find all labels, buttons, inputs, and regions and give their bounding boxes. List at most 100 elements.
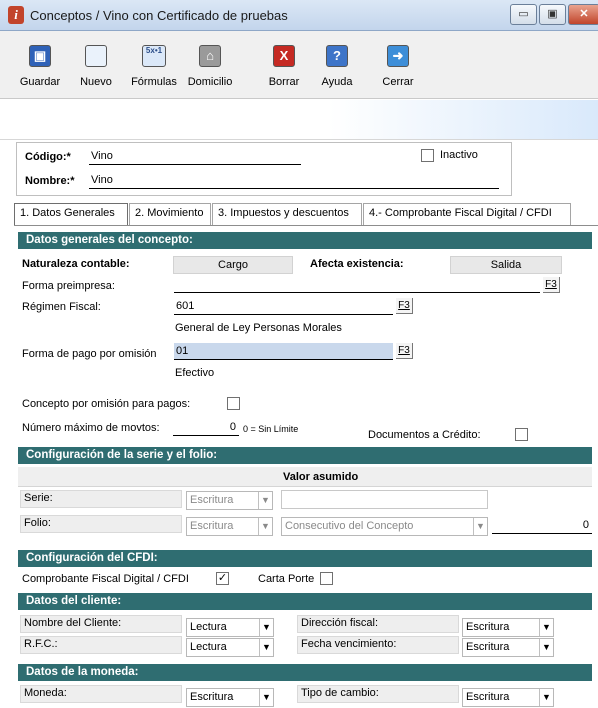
maximize-icon: ▣ xyxy=(547,8,558,20)
cerrar-label: Cerrar xyxy=(382,76,414,88)
codigo-field[interactable]: Vino xyxy=(89,148,301,165)
chevron-down-icon: ▼ xyxy=(259,619,273,636)
forma-pago-field[interactable]: 01 xyxy=(174,343,393,360)
cfdi-checkbox[interactable]: ✓ xyxy=(216,572,229,585)
moneda-select[interactable]: Escritura ▼ xyxy=(186,688,274,707)
nombre-field[interactable]: Vino xyxy=(89,172,499,189)
chevron-down-icon: ▼ xyxy=(473,518,487,535)
header-box: Código:* Vino Inactivo Nombre:* Vino xyxy=(16,142,512,196)
serie-value-field[interactable] xyxy=(281,490,488,509)
minimize-button[interactable]: ▭ xyxy=(510,4,537,25)
concepto-omision-checkbox[interactable] xyxy=(227,397,240,410)
header-band xyxy=(0,100,598,140)
fecha-vencimiento-select[interactable]: Escritura ▼ xyxy=(462,638,554,657)
direccion-fiscal-mode: Escritura xyxy=(466,621,510,633)
afecta-label: Afecta existencia: xyxy=(310,258,404,270)
folio-row-label-cell: Folio: xyxy=(20,515,182,533)
carta-porte-checkbox[interactable] xyxy=(320,572,333,585)
chevron-down-icon: ▼ xyxy=(539,619,553,636)
minimize-icon: ▭ xyxy=(518,8,529,20)
domicilio-label: Domicilio xyxy=(187,76,233,88)
info-icon: i xyxy=(8,6,24,24)
cerrar-button[interactable]: ➜ Cerrar xyxy=(376,31,420,97)
toolbar: ▣ Guardar Nuevo 5x•1 Fórmulas ⌂ Domicilio X Borr… xyxy=(0,31,598,99)
regimen-field[interactable]: 601 xyxy=(174,298,393,315)
folio-mode-select[interactable]: Escritura ▼ xyxy=(186,517,273,536)
rfc-label: R.F.C.: xyxy=(24,638,58,650)
direccion-fiscal-label: Dirección fiscal: xyxy=(301,617,379,629)
rfc-select[interactable]: Lectura ▼ xyxy=(186,638,274,657)
maximize-button[interactable]: ▣ xyxy=(539,4,566,25)
regimen-f3-button[interactable]: F3 xyxy=(396,298,413,314)
general-section-header: Datos generales del concepto: xyxy=(18,232,592,249)
exit-icon: ➜ xyxy=(387,45,409,67)
afecta-button[interactable]: Salida xyxy=(450,256,562,274)
nuevo-label: Nuevo xyxy=(80,76,112,88)
naturaleza-label: Naturaleza contable: xyxy=(22,258,130,270)
nombre-cliente-select[interactable]: Lectura ▼ xyxy=(186,618,274,637)
moneda-cell: Moneda: xyxy=(20,685,182,703)
nombre-value: Vino xyxy=(91,174,113,186)
docs-credito-checkbox[interactable] xyxy=(515,428,528,441)
rfc-cell: R.F.C.: xyxy=(20,636,182,654)
carta-porte-label: Carta Porte xyxy=(258,573,315,585)
nuevo-button[interactable]: Nuevo xyxy=(72,31,120,97)
nombre-cliente-mode: Lectura xyxy=(190,621,227,633)
nombre-label: Nombre:* xyxy=(25,175,75,187)
cfdi-section-header: Configuración del CFDI: xyxy=(18,550,592,567)
guardar-label: Guardar xyxy=(19,76,61,88)
title-bar[interactable]: i Conceptos / Vino con Certificado de pr… xyxy=(0,0,598,31)
address-icon: ⌂ xyxy=(199,45,221,67)
serie-mode-value: Escritura xyxy=(190,494,234,506)
formulas-button[interactable]: 5x•1 Fórmulas xyxy=(128,31,180,97)
valor-asumido-header: Valor asumido xyxy=(283,471,359,483)
tab-impuestos[interactable]: 3. Impuestos y descuentos xyxy=(212,203,362,225)
chevron-down-icon: ▼ xyxy=(258,492,272,509)
serie-label: Serie: xyxy=(24,492,53,504)
inactivo-checkbox[interactable] xyxy=(421,149,434,162)
forma-pago-f3-button[interactable]: F3 xyxy=(396,343,413,359)
borrar-label: Borrar xyxy=(268,76,300,88)
folio-value-field[interactable]: 0 xyxy=(492,517,592,534)
domicilio-button[interactable]: ⌂ Domicilio xyxy=(180,31,240,97)
cfdi-label: Comprobante Fiscal Digital / CFDI xyxy=(22,573,189,585)
moneda-section-header: Datos de la moneda: xyxy=(18,664,592,681)
nombre-cliente-cell: Nombre del Cliente: xyxy=(20,615,182,633)
close-button[interactable]: ✕ xyxy=(568,4,598,25)
direccion-fiscal-cell: Dirección fiscal: xyxy=(297,615,459,633)
tab-content: Datos generales del concepto: Naturaleza… xyxy=(18,230,592,708)
folio-source-select[interactable]: Consecutivo del Concepto ▼ xyxy=(281,517,488,536)
tab-movimiento[interactable]: 2. Movimiento xyxy=(129,203,211,225)
concepto-omision-label: Concepto por omisión para pagos: xyxy=(22,398,191,410)
chevron-down-icon: ▼ xyxy=(259,689,273,706)
num-max-field[interactable]: 0 xyxy=(173,419,239,436)
folio-source-value: Consecutivo del Concepto xyxy=(285,520,414,532)
borrar-button[interactable]: X Borrar xyxy=(264,31,304,97)
close-icon: ✕ xyxy=(579,8,589,20)
tipo-cambio-cell: Tipo de cambio: xyxy=(297,685,459,703)
guardar-button[interactable]: ▣ Guardar xyxy=(14,31,66,97)
tab-strip: 1. Datos Generales 2. Movimiento 3. Impu… xyxy=(14,203,598,225)
nombre-cliente-label: Nombre del Cliente: xyxy=(24,617,122,629)
forma-preimpresa-field[interactable] xyxy=(174,277,540,293)
regimen-label: Régimen Fiscal: xyxy=(22,301,101,313)
fecha-vencimiento-cell: Fecha vencimiento: xyxy=(297,636,459,654)
tab-datos-generales[interactable]: 1. Datos Generales xyxy=(14,203,128,225)
fecha-vencimiento-label: Fecha vencimiento: xyxy=(301,638,397,650)
tab-cfdi[interactable]: 4.- Comprobante Fiscal Digital / CFDI xyxy=(363,203,571,225)
num-max-value: 0 xyxy=(229,421,236,433)
ayuda-button[interactable]: ? Ayuda xyxy=(316,31,358,97)
tipo-cambio-select[interactable]: Escritura ▼ xyxy=(462,688,554,707)
serie-mode-select[interactable]: Escritura ▼ xyxy=(186,491,273,510)
naturaleza-button[interactable]: Cargo xyxy=(173,256,293,274)
direccion-fiscal-select[interactable]: Escritura ▼ xyxy=(462,618,554,637)
num-max-hint: 0 = Sin Límite xyxy=(243,424,299,434)
f3-label: F3 xyxy=(398,345,410,356)
regimen-description: General de Ley Personas Morales xyxy=(175,322,342,334)
folio-label: Folio: xyxy=(24,517,51,529)
ayuda-label: Ayuda xyxy=(321,76,353,88)
formula-icon: 5x•1 xyxy=(142,45,166,67)
forma-pago-description: Efectivo xyxy=(175,367,215,379)
folio-mode-value: Escritura xyxy=(190,520,234,532)
forma-preimpresa-f3-button[interactable]: F3 xyxy=(543,277,560,293)
